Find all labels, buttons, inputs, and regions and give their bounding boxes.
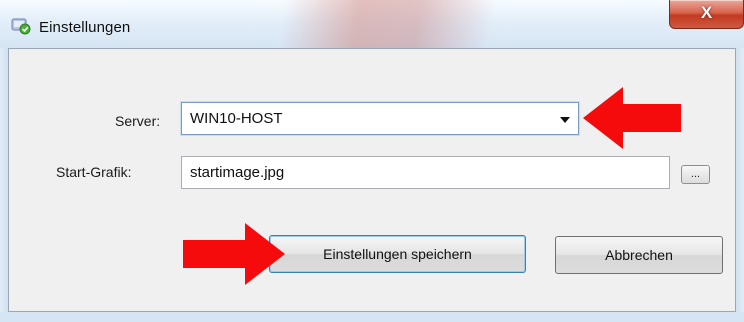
server-dropdown[interactable]: WIN10-HOST [181,102,579,135]
save-settings-label: Einstellungen speichern [323,246,472,262]
arrow-shaft [183,240,246,268]
window-title: Einstellungen [39,19,131,36]
annotation-arrow-save [183,223,285,285]
start-grafik-label: Start-Grafik: [56,164,132,180]
close-icon: X [700,3,713,22]
server-selected-value: WIN10-HOST [190,110,283,127]
arrow-right-icon [245,223,285,285]
title-bar[interactable]: Einstellungen X [0,0,744,48]
window-frame-left [0,48,8,322]
browse-button-label: ... [690,168,701,180]
start-grafik-value: startimage.jpg [190,164,285,181]
dropdown-arrow-icon [560,117,570,123]
window-frame-right [736,48,744,322]
cancel-label: Abbrechen [605,247,673,263]
save-settings-button[interactable]: Einstellungen speichern [269,235,526,273]
annotation-arrow-server [583,87,681,149]
browse-button[interactable]: ... [681,165,710,184]
settings-dialog: Einstellungen X Server: WIN10-HOST Start… [0,0,744,322]
cancel-button[interactable]: Abbrechen [555,236,723,274]
settings-app-icon [11,18,31,35]
close-button[interactable]: X [669,0,744,29]
window-frame-bottom [0,312,744,322]
arrow-left-icon [583,87,623,149]
start-grafik-input[interactable]: startimage.jpg [181,156,670,189]
server-label: Server: [115,113,161,129]
arrow-shaft [622,104,681,132]
